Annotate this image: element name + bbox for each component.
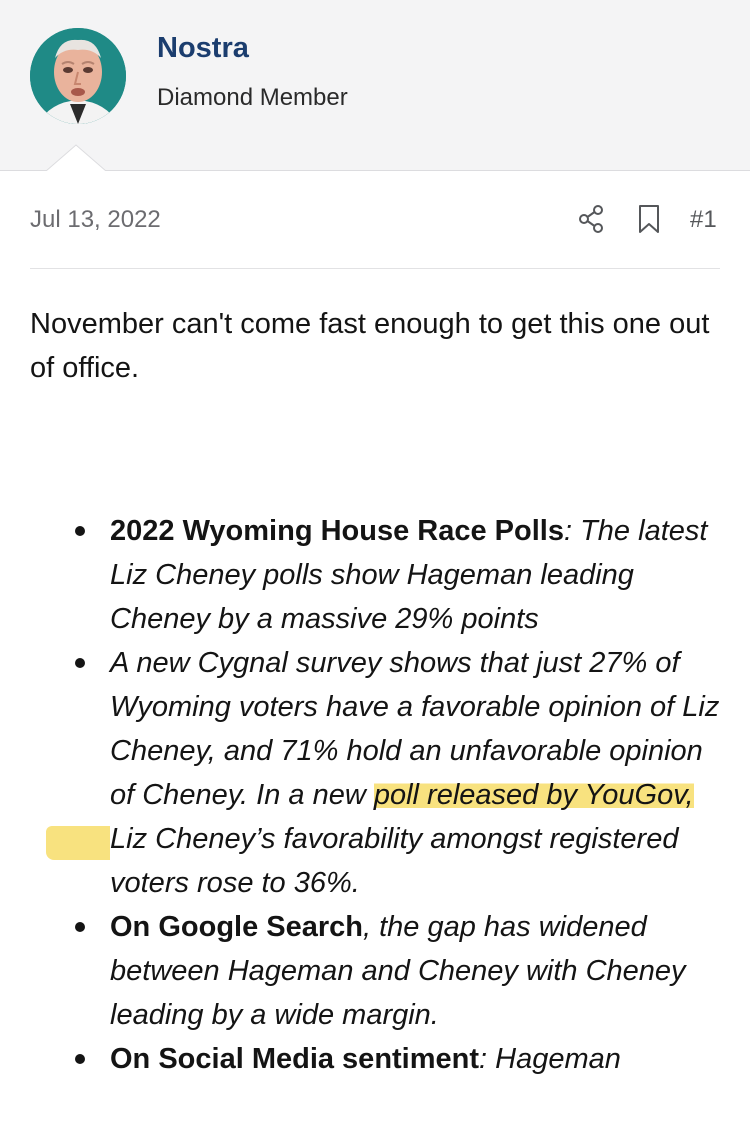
list-item: On Google Search, the gap has widened be… [0,905,750,1037]
post-intro-text: November can't come fast enough to get t… [30,308,710,384]
bullet-heading: On Google Search [110,911,363,943]
bookmark-icon[interactable] [636,204,662,234]
bullet-text: : Hageman [479,1043,621,1075]
bullet-heading: 2022 Wyoming House Race Polls [110,515,564,547]
post-author-header: Nostra Diamond Member [0,0,750,173]
post-number-link[interactable]: #1 [690,206,717,234]
highlighted-text: poll released by YouGov, [373,779,694,811]
user-title: Diamond Member [157,84,348,111]
bullet-heading: On Social Media sentiment [110,1043,480,1075]
list-item: 2022 Wyoming House Race Polls: The lates… [0,509,750,641]
username[interactable]: Nostra [157,32,249,65]
speech-pointer [46,143,106,173]
post-meta-bar: Jul 13, 2022 #1 [30,198,720,269]
avatar[interactable] [30,28,126,124]
post-date[interactable]: Jul 13, 2022 [30,206,161,234]
poll-bullet-list: 2022 Wyoming House Race Polls: The lates… [0,509,750,1081]
avatar-photo-icon [30,28,126,124]
bullet-separator: : [563,515,581,547]
list-item: On Social Media sentiment: Hageman [0,1037,750,1081]
list-item: A new Cygnal survey shows that just 27% … [0,641,750,905]
share-icon[interactable] [576,204,606,234]
bullet-text: Liz Cheney’s favorability amongst regist… [110,823,679,899]
